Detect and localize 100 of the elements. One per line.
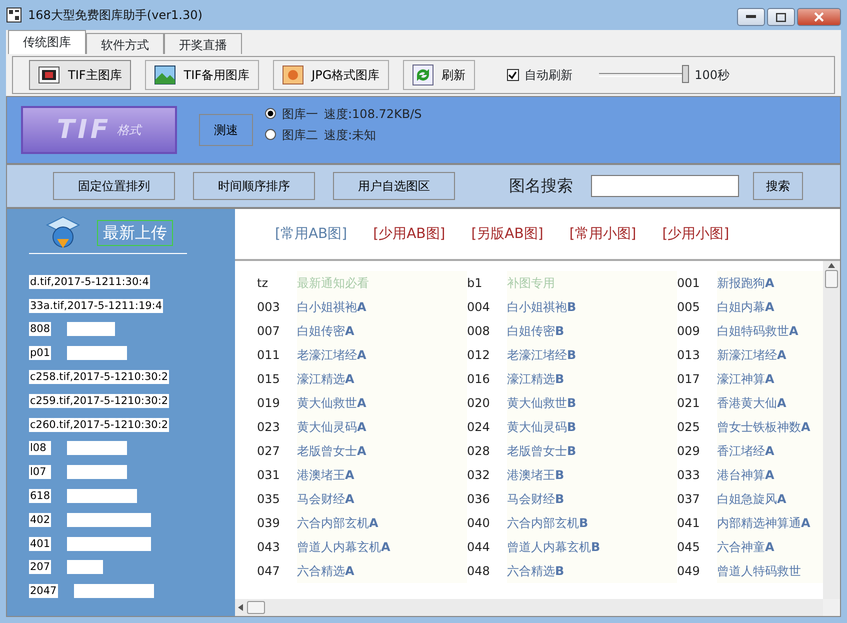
tab[interactable]: 传统图库	[8, 30, 86, 54]
speed-test-button[interactable]: 测速	[199, 114, 253, 146]
entry-link[interactable]: 六合神童A	[717, 535, 823, 559]
entry-link[interactable]: 香港黄大仙A	[717, 391, 823, 415]
entry-code: 028	[467, 443, 491, 460]
sort-button[interactable]: 用户自选图区	[333, 172, 455, 200]
scrollbar-thumb[interactable]	[247, 601, 265, 614]
entry-code: 035	[257, 491, 281, 508]
scrollbar-thumb[interactable]	[825, 270, 838, 288]
radio-button[interactable]	[265, 129, 276, 140]
entry-code: 041	[677, 515, 701, 532]
minimize-icon	[746, 15, 756, 19]
app-icon	[6, 7, 22, 23]
entry-link[interactable]: 白姐传密A	[297, 319, 467, 343]
category-link[interactable]: [少用AB图]	[373, 224, 446, 244]
entry-link[interactable]: 六合精选B	[507, 559, 677, 583]
entry-link[interactable]: 白小姐祺袍A	[297, 295, 467, 319]
entry-link[interactable]: 白姐急旋风A	[717, 487, 823, 511]
upload-code: p01	[29, 346, 52, 360]
entry-link[interactable]: 黄大仙救世A	[297, 391, 467, 415]
refresh-icon	[412, 64, 434, 86]
upload-code: 2047	[29, 584, 58, 598]
upload-entry: d.tif,2017-5-1211:30:4	[29, 274, 150, 289]
entry-code: 049	[677, 563, 701, 580]
image-icon	[282, 64, 304, 86]
window-title: 168大型免费图库助手(ver1.30)	[28, 7, 202, 24]
search-button[interactable]: 搜索	[753, 172, 803, 200]
checkbox[interactable]	[506, 69, 519, 81]
entry-link[interactable]: 濠江精选A	[297, 367, 467, 391]
checkbox-label: 自动刷新	[524, 67, 573, 84]
entry-code: 032	[467, 467, 491, 484]
entry-code: 005	[677, 299, 701, 316]
toolbar-button[interactable]: TIF主图库	[29, 60, 131, 90]
entry-code: 025	[677, 419, 701, 436]
entry-link[interactable]: 濠江神算A	[717, 367, 823, 391]
entry-code: 047	[257, 563, 281, 580]
entry-code: 016	[467, 371, 491, 388]
entry-code: 011	[257, 347, 281, 364]
entry-code: 012	[467, 347, 491, 364]
entry-link[interactable]: 六合精选A	[297, 559, 467, 583]
upload-code: 402	[29, 512, 52, 527]
upload-entry: c259.tif,2017-5-1210:30:2	[29, 394, 170, 408]
slider-thumb[interactable]	[682, 65, 689, 83]
entry-code: 045	[677, 539, 701, 556]
logo-subtitle: 格式	[117, 122, 142, 138]
toolbar-button[interactable]: JPG格式图库	[272, 60, 389, 90]
entry-code: 008	[467, 323, 491, 340]
entry-link[interactable]: 六合内部玄机A	[297, 511, 467, 535]
entry-link[interactable]: 曾道人内幕玄机A	[297, 535, 467, 559]
entry-link[interactable]: 曾女士铁板神数A	[717, 415, 823, 439]
entry-link[interactable]: 黄大仙救世B	[507, 391, 677, 415]
radio-button[interactable]	[265, 108, 276, 119]
blank-bar	[67, 441, 127, 456]
entry-link[interactable]: 港澳堵王A	[297, 463, 467, 487]
entry-link[interactable]: 曾道人特码救世	[717, 559, 823, 583]
category-link[interactable]: [少用小图]	[662, 224, 730, 244]
entry-code: 039	[257, 515, 281, 532]
entry-link[interactable]: 马会财经A	[297, 487, 467, 511]
minimize-button[interactable]	[737, 8, 765, 26]
maximize-button[interactable]	[767, 8, 795, 26]
search-field[interactable]	[591, 175, 739, 197]
toolbar-button[interactable]: TIF备用图库	[144, 60, 259, 90]
sort-button[interactable]: 时间顺序排序	[193, 172, 315, 200]
entry-link[interactable]: 港澳堵王B	[507, 463, 677, 487]
entry-link[interactable]: 老版曾女士B	[507, 439, 677, 463]
entry-link[interactable]: 六合内部玄机B	[507, 511, 677, 535]
entry-code: b1	[467, 275, 484, 292]
entry-link[interactable]: 香江堵经A	[717, 439, 823, 463]
category-link[interactable]: [常用小图]	[569, 224, 636, 244]
entry-link[interactable]: 黄大仙灵码B	[507, 415, 677, 439]
entry-code: 031	[257, 467, 281, 484]
close-button[interactable]	[797, 8, 841, 26]
entry-link[interactable]: 曾道人内幕玄机B	[507, 535, 677, 559]
sidebar-title: 最新上传	[97, 220, 173, 246]
entry-link[interactable]: 老濠江堵经A	[297, 343, 467, 367]
sort-button[interactable]: 固定位置排列	[53, 172, 175, 200]
category-link[interactable]: [常用AB图]	[275, 224, 348, 244]
entry-link[interactable]: 白姐特码救世A	[717, 319, 823, 343]
category-link[interactable]: [另版AB图]	[471, 224, 544, 244]
upload-code: 401	[29, 536, 52, 551]
entry-link[interactable]: 老濠江堵经B	[507, 343, 677, 367]
tab[interactable]: 开奖直播	[164, 33, 242, 54]
tab[interactable]: 软件方式	[86, 33, 164, 54]
entry-link[interactable]: 白小姐祺袍B	[507, 295, 677, 319]
upload-code: l07	[29, 465, 51, 480]
entry-link[interactable]: 新报跑狗A	[717, 271, 823, 295]
upload-entry: 33a.tif,2017-5-1211:19:4	[29, 298, 164, 313]
entry-link[interactable]: 新濠江堵经A	[717, 343, 823, 367]
entry-link[interactable]: 老版曾女士A	[297, 439, 467, 463]
slider-reading: 100秒	[694, 67, 730, 84]
blank-bar	[67, 465, 127, 480]
toolbar-button[interactable]: 刷新	[402, 60, 475, 90]
entry-link[interactable]: 白姐内幕A	[717, 295, 823, 319]
entry-link[interactable]: 黄大仙灵码A	[297, 415, 467, 439]
entry-link[interactable]: 白姐传密B	[507, 319, 677, 343]
entry-link[interactable]: 内部精选神算通A	[717, 511, 823, 535]
entry-link[interactable]: 马会财经B	[507, 487, 677, 511]
upload-code: 618	[29, 489, 52, 504]
entry-link[interactable]: 濠江精选B	[507, 367, 677, 391]
entry-link[interactable]: 港台神算A	[717, 463, 823, 487]
